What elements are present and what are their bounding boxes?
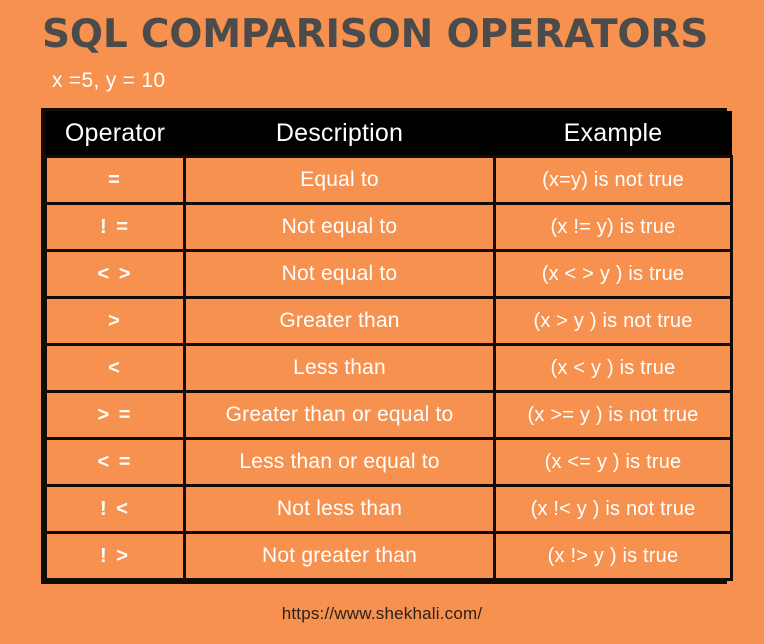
table-row: ! = Not equal to (x != y) is true [44, 202, 733, 252]
operators-table: Operator Description Example = Equal to … [44, 111, 733, 581]
cell-example: (x < > y ) is true [493, 249, 733, 299]
cell-operator: > = [44, 390, 186, 440]
cell-description: Not greater than [183, 531, 496, 581]
table-row: = Equal to (x=y) is not true [44, 155, 733, 205]
variables-note: x =5, y = 10 [52, 69, 166, 92]
table-row: ! < Not less than (x !< y ) is not true [44, 484, 733, 534]
table-header: Operator Description Example [45, 111, 732, 157]
source-url: https://www.shekhali.com/ [281, 604, 483, 623]
cell-operator: > [44, 296, 186, 346]
cell-description: Greater than [183, 296, 496, 346]
operators-table-container: Operator Description Example = Equal to … [41, 108, 733, 584]
cell-description: Not equal to [183, 202, 496, 252]
column-header-description: Description [184, 111, 495, 157]
cell-description: Less than [183, 343, 496, 393]
column-header-operator: Operator [45, 111, 185, 157]
infographic-root: SQL COMPARISON OPERATORS x =5, y = 10 Op… [0, 0, 764, 644]
table-body: = Equal to (x=y) is not true ! = Not equ… [44, 155, 733, 581]
column-header-example: Example [494, 111, 732, 157]
title-area: SQL COMPARISON OPERATORS [0, 0, 764, 57]
cell-operator: < [44, 343, 186, 393]
table-row: < = Less than or equal to (x <= y ) is t… [44, 437, 733, 487]
cell-example: (x > y ) is not true [493, 296, 733, 346]
cell-operator: < > [44, 249, 186, 299]
cell-example: (x < y ) is true [493, 343, 733, 393]
cell-operator: ! = [44, 202, 186, 252]
table-header-row: Operator Description Example [45, 111, 732, 157]
page-title: SQL COMPARISON OPERATORS [42, 12, 709, 57]
cell-description: Greater than or equal to [183, 390, 496, 440]
cell-example: (x !< y ) is not true [493, 484, 733, 534]
table-row: < > Not equal to (x < > y ) is true [44, 249, 733, 299]
cell-description: Equal to [183, 155, 496, 205]
cell-operator: < = [44, 437, 186, 487]
cell-description: Not less than [183, 484, 496, 534]
cell-operator: ! < [44, 484, 186, 534]
cell-example: (x !> y ) is true [493, 531, 733, 581]
footer: https://www.shekhali.com/ [0, 584, 764, 644]
cell-operator: ! > [44, 531, 186, 581]
table-row: < Less than (x < y ) is true [44, 343, 733, 393]
cell-operator: = [44, 155, 186, 205]
table-row: > = Greater than or equal to (x >= y ) i… [44, 390, 733, 440]
table-row: ! > Not greater than (x !> y ) is true [44, 531, 733, 581]
cell-description: Not equal to [183, 249, 496, 299]
cell-example: (x <= y ) is true [493, 437, 733, 487]
cell-example: (x >= y ) is not true [493, 390, 733, 440]
cell-description: Less than or equal to [183, 437, 496, 487]
cell-example: (x != y) is true [493, 202, 733, 252]
table-row: > Greater than (x > y ) is not true [44, 296, 733, 346]
cell-example: (x=y) is not true [493, 155, 733, 205]
